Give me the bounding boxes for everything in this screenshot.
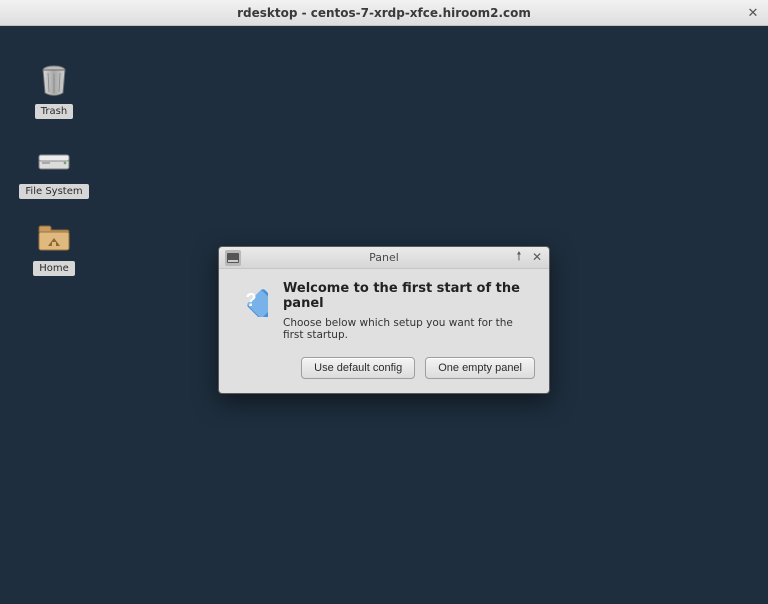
close-icon: ✕ <box>748 6 759 21</box>
home-folder-icon <box>37 221 71 255</box>
close-icon: ✕ <box>532 250 542 264</box>
arrow-up-icon: 🠕 <box>516 247 521 268</box>
dialog-titlebar[interactable]: Panel 🠕 ✕ <box>219 247 549 269</box>
dialog-keep-above-button[interactable]: 🠕 <box>511 249 527 265</box>
question-icon: ? <box>233 281 269 341</box>
drive-icon <box>37 144 71 178</box>
panel-app-icon <box>225 250 241 266</box>
remote-desktop[interactable]: Trash File System Home <box>0 26 768 604</box>
outer-window-titlebar: rdesktop - centos-7-xrdp-xfce.hiroom2.co… <box>0 0 768 26</box>
outer-window-close-button[interactable]: ✕ <box>744 4 762 22</box>
dialog-close-button[interactable]: ✕ <box>529 249 545 265</box>
panel-firstrun-dialog: Panel 🠕 ✕ ? Welcome to the first start <box>218 246 550 394</box>
one-empty-panel-button[interactable]: One empty panel <box>425 357 535 379</box>
dialog-message: Choose below which setup you want for th… <box>283 317 535 341</box>
desktop-icon-label: Home <box>33 261 75 276</box>
desktop-icon-label: Trash <box>35 104 73 119</box>
desktop-icon-label: File System <box>19 184 88 199</box>
desktop-icon-home[interactable]: Home <box>24 221 84 276</box>
dialog-body: ? Welcome to the first start of the pane… <box>219 269 549 349</box>
dialog-title: Panel <box>219 251 549 264</box>
outer-window-title: rdesktop - centos-7-xrdp-xfce.hiroom2.co… <box>237 6 531 20</box>
dialog-button-row: Use default config One empty panel <box>219 349 549 393</box>
desktop-icon-trash[interactable]: Trash <box>24 64 84 119</box>
use-default-config-button[interactable]: Use default config <box>301 357 415 379</box>
dialog-heading: Welcome to the first start of the panel <box>283 281 535 311</box>
trash-icon <box>37 64 71 98</box>
svg-text:?: ? <box>246 290 257 310</box>
desktop-icon-filesystem[interactable]: File System <box>24 144 84 199</box>
